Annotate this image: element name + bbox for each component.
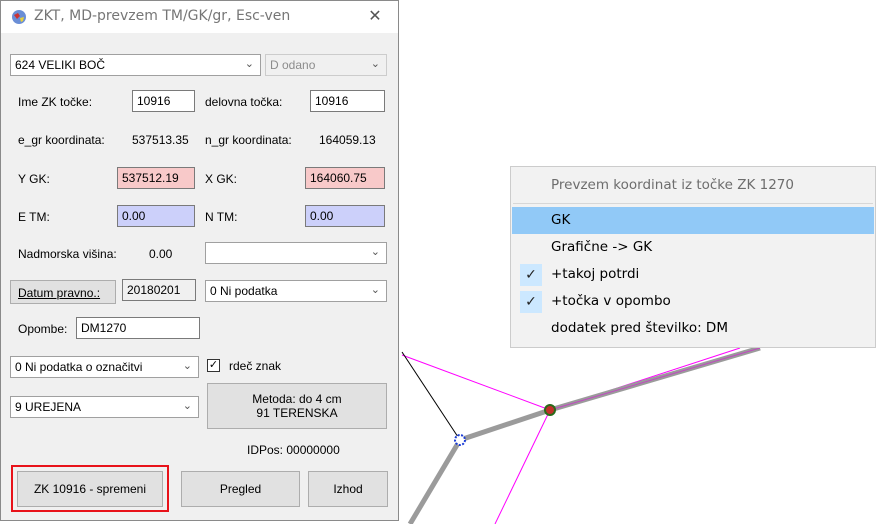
menu-item-tocka-v-opombo[interactable]: ✓ +točka v opombo <box>512 288 874 315</box>
spremeni-button-label: ZK 10916 - spremeni <box>33 482 147 496</box>
status-select-value: D odano <box>270 58 316 72</box>
chevron-down-icon: ⌄ <box>182 400 192 412</box>
checkmark-icon: ✓ <box>520 291 542 313</box>
ime-input[interactable]: 10916 <box>132 90 195 112</box>
ntm-input[interactable]: 0.00 <box>305 205 385 227</box>
izhod-button-label: Izhod <box>333 482 363 496</box>
coordinate-context-menu: Prevzem koordinat iz točke ZK 1270 GK Gr… <box>510 166 876 348</box>
menu-item-label: +takoj potrdi <box>551 266 640 282</box>
menu-item-label: Grafične -> GK <box>551 239 653 255</box>
pregled-button[interactable]: Pregled <box>181 471 300 507</box>
dialog-title: ZKT, MD-prevzem TM/GK/gr, Esc-ven <box>34 8 291 24</box>
nadm-value: 0.00 <box>149 247 173 261</box>
opombe-label: Opombe: <box>18 322 68 336</box>
ntm-value: 0.00 <box>310 209 334 223</box>
menu-item-gk[interactable]: GK <box>512 207 874 234</box>
metoda-line2: 91 TERENSKA <box>256 406 338 420</box>
nadm-label: Nadmorska višina: <box>18 247 117 261</box>
datum-button[interactable]: Datum pravno.: <box>10 280 116 304</box>
road-highlight-line <box>549 347 761 411</box>
xgk-label: X GK: <box>205 172 238 186</box>
egr-value: 537513.35 <box>132 133 189 147</box>
ngr-value: 164059.13 <box>319 133 376 147</box>
izhod-button[interactable]: Izhod <box>308 471 388 507</box>
datum-select-value: 0 Ni podatka <box>210 284 278 298</box>
parcel-boundary-line <box>401 354 551 411</box>
ime-label: Ime ZK točke: <box>18 95 93 109</box>
urejena-select[interactable]: 9 UREJENA ⌄ <box>10 396 199 418</box>
menu-item-dodatek[interactable]: dodatek pred številko: DM <box>512 315 874 342</box>
cadastre-select[interactable]: 624 VELIKI BOČ ⌄ <box>10 54 261 76</box>
pregled-button-label: Pregled <box>219 482 262 496</box>
ime-value: 10916 <box>137 94 171 108</box>
egr-label: e_gr koordinata: <box>18 133 105 147</box>
xgk-input[interactable]: 164060.75 <box>305 167 385 189</box>
ygk-input[interactable]: 537512.19 <box>117 167 195 189</box>
menu-separator <box>513 203 873 204</box>
chevron-down-icon: ⌄ <box>244 58 254 70</box>
datum-button-label: Datum pravno.: <box>18 286 101 300</box>
selected-point-icon[interactable] <box>544 404 556 416</box>
nadm-select[interactable]: ⌄ <box>205 242 387 264</box>
ygk-value: 537512.19 <box>122 171 179 185</box>
status-select: D odano ⌄ <box>265 54 387 76</box>
menu-item-label: +točka v opombo <box>551 293 671 309</box>
delovna-label: delovna točka: <box>205 95 283 109</box>
etm-input[interactable]: 0.00 <box>117 205 195 227</box>
checkmark-icon: ✓ <box>520 264 542 286</box>
spremeni-button[interactable]: ZK 10916 - spremeni <box>17 471 163 507</box>
datum-input[interactable]: 20180201 <box>122 279 196 301</box>
chevron-down-icon: ⌄ <box>370 246 380 258</box>
delovna-input[interactable]: 10916 <box>310 90 385 112</box>
oznacitev-select-value: 0 Ni podatka o označitvi <box>15 360 143 374</box>
rdec-znak-checkbox[interactable]: ✓ <box>207 359 220 372</box>
opombe-value: DM1270 <box>81 321 127 335</box>
zk-point-dialog: ZKT, MD-prevzem TM/GK/gr, Esc-ven ✕ 624 … <box>0 0 399 521</box>
ygk-label: Y GK: <box>18 172 50 186</box>
menu-item-label: GK <box>551 212 571 228</box>
ntm-label: N TM: <box>205 210 238 224</box>
metoda-button[interactable]: Metoda: do 4 cm 91 TERENSKA <box>207 383 387 429</box>
close-icon[interactable]: ✕ <box>365 6 385 26</box>
menu-header: Prevzem koordinat iz točke ZK 1270 <box>551 177 794 193</box>
opombe-input[interactable]: DM1270 <box>76 317 200 339</box>
chevron-down-icon: ⌄ <box>182 360 192 372</box>
metoda-line1: Metoda: do 4 cm <box>252 392 342 406</box>
measurement-line <box>401 351 461 441</box>
idpos-label: IDPos: 00000000 <box>247 443 340 457</box>
menu-item-takoj-potrdi[interactable]: ✓ +takoj potrdi <box>512 261 874 288</box>
survey-point-icon[interactable] <box>454 434 466 446</box>
chevron-down-icon: ⌄ <box>370 58 380 70</box>
datum-value: 20180201 <box>127 283 181 297</box>
oznacitev-select[interactable]: 0 Ni podatka o označitvi ⌄ <box>10 356 199 378</box>
etm-label: E TM: <box>18 210 50 224</box>
cadastre-select-value: 624 VELIKI BOČ <box>15 58 106 72</box>
menu-item-label: dodatek pred številko: DM <box>551 320 728 336</box>
dialog-titlebar[interactable]: ZKT, MD-prevzem TM/GK/gr, Esc-ven ✕ <box>1 1 398 33</box>
delovna-value: 10916 <box>315 94 349 108</box>
chevron-down-icon: ⌄ <box>370 284 380 296</box>
app-globe-icon <box>12 10 26 24</box>
rdec-znak-label: rdeč znak <box>229 359 282 373</box>
datum-select[interactable]: 0 Ni podatka ⌄ <box>205 280 387 302</box>
etm-value: 0.00 <box>122 209 146 223</box>
menu-item-graficne-gk[interactable]: Grafične -> GK <box>512 234 874 261</box>
xgk-value: 164060.75 <box>310 171 367 185</box>
urejena-select-value: 9 UREJENA <box>15 400 82 414</box>
ngr-label: n_gr koordinata: <box>205 133 292 147</box>
